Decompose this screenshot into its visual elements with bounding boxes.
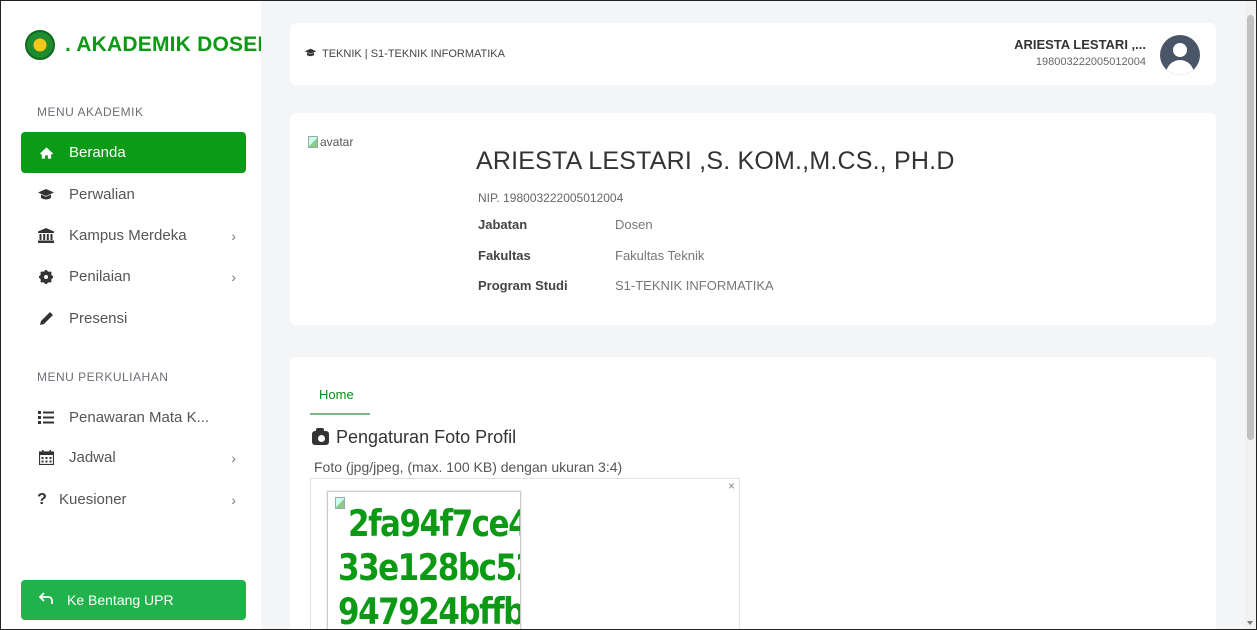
menu-heading-akademik: MENU AKADEMIK bbox=[37, 105, 144, 119]
section-title-text: Pengaturan Foto Profil bbox=[336, 427, 517, 447]
page-scrollbar[interactable] bbox=[1245, 1, 1256, 629]
graduation-cap-icon bbox=[35, 188, 57, 202]
chevron-right-icon: › bbox=[231, 268, 236, 285]
user-name[interactable]: ARIESTA LESTARI ,... bbox=[1014, 37, 1146, 52]
preview-alt-text: 2fa94f7ce4 bbox=[348, 503, 521, 546]
sidebar-item-label: Jadwal bbox=[69, 449, 116, 466]
avatar-image: avatar bbox=[308, 135, 353, 149]
sidebar-item-label: Penawaran Mata K... bbox=[69, 409, 210, 426]
preview-alt-text: 947924bffb1f bbox=[338, 591, 520, 630]
profile-row-key: Program Studi bbox=[478, 278, 568, 293]
broken-image-icon bbox=[308, 136, 318, 148]
topbar: TEKNIK | S1-TEKNIK INFORMATIKA ARIESTA L… bbox=[290, 23, 1216, 85]
profile-row-key: Jabatan bbox=[478, 217, 528, 232]
profile-name: ARIESTA LESTARI ,S. KOM.,M.CS., PH.D bbox=[476, 147, 955, 175]
photo-preview: 2fa94f7ce4 33e128bc52 947924bffb1f bbox=[327, 491, 521, 630]
profile-row-key: Fakultas bbox=[478, 248, 531, 263]
question-icon: ? bbox=[37, 490, 47, 508]
sidebar-item-perwalian[interactable]: Perwalian bbox=[21, 174, 246, 215]
preview-alt-text: 33e128bc52 bbox=[338, 547, 521, 590]
home-icon bbox=[35, 146, 57, 160]
profile-row-value: Fakultas Teknik bbox=[615, 248, 705, 263]
sidebar-item-kuesioner[interactable]: ? Kuesioner › bbox=[21, 479, 246, 520]
sidebar: . AKADEMIK DOSEN MENU AKADEMIK Beranda P… bbox=[1, 1, 261, 629]
brand[interactable]: . AKADEMIK DOSEN bbox=[25, 27, 261, 63]
sidebar-item-beranda[interactable]: Beranda bbox=[21, 132, 246, 173]
menu-heading-perkuliahan: MENU PERKULIAHAN bbox=[37, 370, 169, 384]
scroll-down-arrow-icon[interactable] bbox=[1247, 621, 1253, 625]
sidebar-item-label: Beranda bbox=[69, 144, 126, 161]
ke-bentang-upr-label: Ke Bentang UPR bbox=[67, 592, 174, 608]
profile-row-fakultas: Fakultas Fakultas Teknik bbox=[478, 248, 704, 263]
sidebar-item-label: Penilaian bbox=[69, 268, 131, 285]
sidebar-item-kampus-merdeka[interactable]: Kampus Merdeka › bbox=[21, 215, 246, 256]
brand-title: . AKADEMIK DOSEN bbox=[65, 33, 261, 56]
breadcrumb: TEKNIK | S1-TEKNIK INFORMATIKA bbox=[304, 47, 505, 61]
section-title: Pengaturan Foto Profil bbox=[312, 427, 516, 448]
chevron-right-icon: › bbox=[231, 227, 236, 244]
sidebar-item-penilaian[interactable]: Penilaian › bbox=[21, 256, 246, 297]
profile-nip: NIP. 198003222005012004 bbox=[478, 191, 624, 205]
profile-card: avatar ARIESTA LESTARI ,S. KOM.,M.CS., P… bbox=[290, 113, 1216, 325]
photo-upload-area[interactable]: × 2fa94f7ce4 33e128bc52 947924bffb1f bbox=[310, 478, 740, 630]
tab-home[interactable]: Home bbox=[310, 387, 370, 415]
broken-image-icon bbox=[335, 497, 345, 509]
close-icon[interactable]: × bbox=[728, 479, 735, 493]
profile-row-value: Dosen bbox=[615, 217, 653, 232]
scrollbar-thumb[interactable] bbox=[1247, 15, 1254, 440]
ke-bentang-upr-button[interactable]: Ke Bentang UPR bbox=[21, 580, 246, 620]
user-nip: 198003222005012004 bbox=[1035, 56, 1146, 68]
gear-icon bbox=[35, 269, 57, 284]
sidebar-item-label: Kampus Merdeka bbox=[69, 227, 187, 244]
calendar-icon bbox=[35, 450, 57, 465]
sidebar-item-label: Perwalian bbox=[69, 186, 135, 203]
avatar-alt-text: avatar bbox=[320, 135, 354, 149]
list-icon bbox=[35, 411, 57, 424]
profile-row-program-studi: Program Studi S1-TEKNIK INFORMATIKA bbox=[478, 278, 774, 293]
pencil-icon bbox=[35, 311, 57, 326]
chevron-right-icon: › bbox=[231, 449, 236, 466]
graduation-cap-icon bbox=[304, 47, 317, 61]
university-icon bbox=[35, 228, 57, 243]
camera-icon bbox=[312, 427, 329, 445]
breadcrumb-text: TEKNIK | S1-TEKNIK INFORMATIKA bbox=[322, 48, 505, 60]
user-avatar-icon[interactable] bbox=[1160, 35, 1200, 75]
photo-settings-card: Home Pengaturan Foto Profil Foto (jpg/jp… bbox=[290, 357, 1216, 630]
profile-row-jabatan: Jabatan Dosen bbox=[478, 217, 653, 232]
sidebar-item-presensi[interactable]: Presensi bbox=[21, 298, 246, 339]
sidebar-item-label: Presensi bbox=[69, 310, 128, 327]
upload-hint: Foto (jpg/jpeg, (max. 100 KB) dengan uku… bbox=[314, 459, 623, 475]
back-arrow-icon bbox=[38, 591, 53, 609]
profile-row-value: S1-TEKNIK INFORMATIKA bbox=[615, 278, 774, 293]
sidebar-item-jadwal[interactable]: Jadwal › bbox=[21, 437, 246, 478]
sidebar-item-penawaran-mata-kuliah[interactable]: Penawaran Mata K... bbox=[21, 397, 246, 438]
university-logo bbox=[25, 30, 55, 60]
sidebar-item-label: Kuesioner bbox=[59, 491, 127, 508]
chevron-right-icon: › bbox=[231, 491, 236, 508]
